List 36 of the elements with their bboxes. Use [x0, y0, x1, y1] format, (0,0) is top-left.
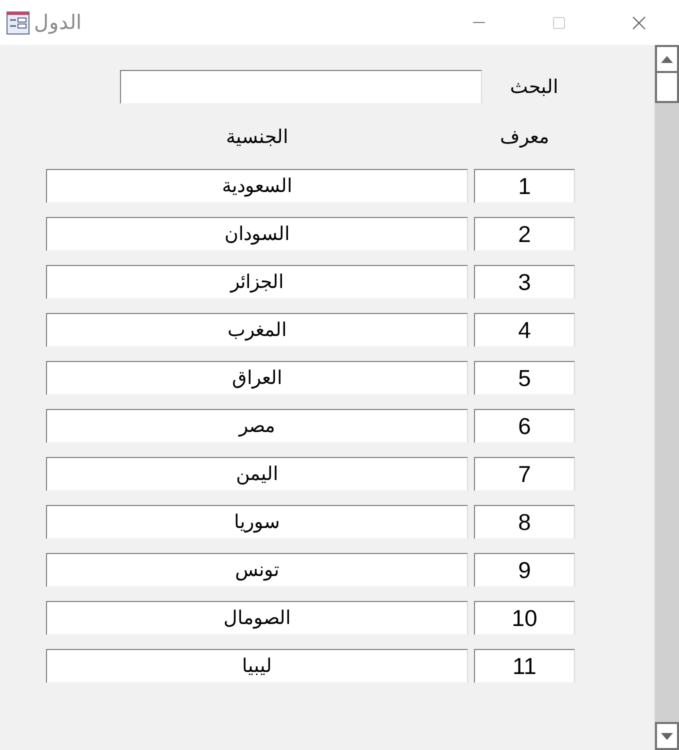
- nationality-field[interactable]: المغرب: [46, 313, 468, 347]
- id-field[interactable]: 8: [474, 505, 575, 539]
- nationality-field[interactable]: سوريا: [46, 505, 468, 539]
- id-field[interactable]: 5: [474, 361, 575, 395]
- id-field[interactable]: 11: [474, 649, 575, 683]
- nationality-field[interactable]: العراق: [46, 361, 468, 395]
- nationality-field[interactable]: الصومال: [46, 601, 468, 635]
- scroll-up-button[interactable]: [655, 45, 679, 73]
- nationality-field[interactable]: الجزائر: [46, 265, 468, 299]
- minimize-icon: [473, 22, 485, 24]
- id-field[interactable]: 4: [474, 313, 575, 347]
- column-header: معرف: [499, 126, 550, 149]
- nationality-field[interactable]: السعودية: [46, 169, 468, 203]
- form-icon: [6, 10, 30, 34]
- nationality-field[interactable]: ليبيا: [46, 649, 468, 683]
- column-header: الجنسية: [225, 126, 289, 149]
- id-field[interactable]: 1: [474, 169, 575, 203]
- down-triangle-icon: [661, 732, 673, 740]
- nationality-field[interactable]: اليمن: [46, 457, 468, 491]
- scroll-thumb[interactable]: [655, 73, 679, 103]
- id-field[interactable]: 7: [474, 457, 575, 491]
- id-field[interactable]: 6: [474, 409, 575, 443]
- id-field[interactable]: 9: [474, 553, 575, 587]
- search-label: البحث: [510, 76, 558, 99]
- up-triangle-icon: [661, 56, 673, 62]
- window-title: الدول: [34, 11, 82, 35]
- maximize-icon: [553, 16, 565, 28]
- id-field[interactable]: 2: [474, 217, 575, 251]
- search-field[interactable]: [120, 70, 482, 104]
- close-icon: [632, 16, 646, 30]
- nationality-field[interactable]: مصر: [46, 409, 468, 443]
- nationality-field[interactable]: السودان: [46, 217, 468, 251]
- scroll-down-button[interactable]: [655, 722, 679, 750]
- id-field[interactable]: 3: [474, 265, 575, 299]
- nationality-field[interactable]: تونس: [46, 553, 468, 587]
- id-field[interactable]: 10: [474, 601, 575, 635]
